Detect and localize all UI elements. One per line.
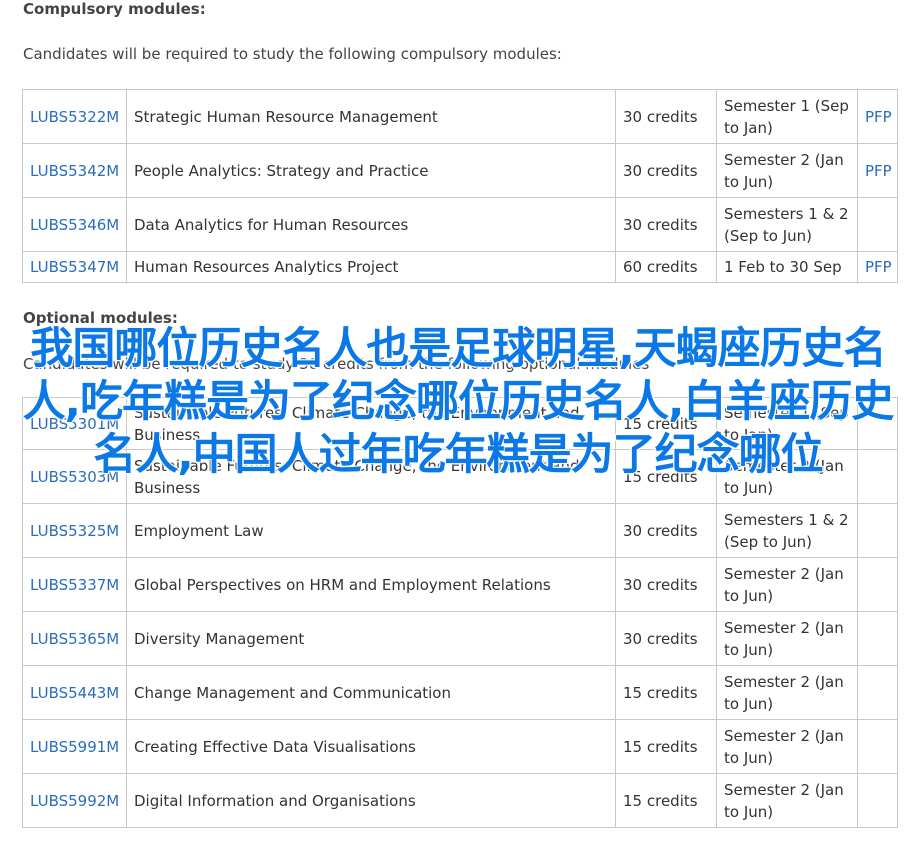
table-row: LUBS5443M Change Management and Communic… (22, 665, 898, 720)
module-code-link[interactable]: LUBS5301M (30, 415, 119, 433)
module-title: Human Resources Analytics Project (126, 251, 616, 283)
module-credits: 30 credits (615, 503, 717, 558)
module-semester: Semester 2 (Jan to Jun) (716, 719, 858, 774)
pfp-link[interactable]: PFP (865, 162, 892, 180)
module-code-link[interactable]: LUBS5337M (30, 576, 119, 594)
module-code-link[interactable]: LUBS5325M (30, 522, 119, 540)
module-semester: Semester 2 (Jan to Jun) (716, 557, 858, 612)
pfp-cell (857, 719, 898, 774)
table-row: LUBS5991M Creating Effective Data Visual… (22, 719, 898, 774)
module-code-link[interactable]: LUBS5346M (30, 216, 119, 234)
module-code-cell: LUBS5347M (22, 251, 127, 283)
module-code-cell: LUBS5991M (22, 719, 127, 774)
pfp-cell (857, 665, 898, 720)
module-title: Sustainable Futures: Climate Change, the… (126, 397, 616, 450)
optional-heading: Optional modules: (23, 309, 178, 327)
table-row: LUBS5992M Digital Information and Organi… (22, 773, 898, 828)
module-credits: 30 credits (615, 89, 717, 144)
module-semester: Semester 2 (Jan to Jun) (716, 773, 858, 828)
pfp-cell: PFP (857, 251, 898, 283)
module-credits: 30 credits (615, 611, 717, 666)
pfp-cell: PFP (857, 89, 898, 144)
optional-intro: Candidates will be required to study 30 … (23, 355, 650, 373)
module-credits: 60 credits (615, 251, 717, 283)
module-code-link[interactable]: LUBS5303M (30, 468, 119, 486)
pfp-cell (857, 611, 898, 666)
module-credits: 30 credits (615, 197, 717, 252)
module-title: Employment Law (126, 503, 616, 558)
module-code-link[interactable]: LUBS5365M (30, 630, 119, 648)
module-title: Global Perspectives on HRM and Employmen… (126, 557, 616, 612)
pfp-cell (857, 557, 898, 612)
module-title: Data Analytics for Human Resources (126, 197, 616, 252)
module-credits: 30 credits (615, 143, 717, 198)
module-code-cell: LUBS5325M (22, 503, 127, 558)
module-code-link[interactable]: LUBS5322M (30, 108, 119, 126)
module-title: Creating Effective Data Visualisations (126, 719, 616, 774)
module-semester: Semester 2 (Jan to Jun) (716, 611, 858, 666)
module-semester: Semester 2 (Jan to Jun) (716, 449, 858, 504)
module-credits: 30 credits (615, 557, 717, 612)
table-row: LUBS5342M People Analytics: Strategy and… (22, 143, 898, 198)
pfp-cell (857, 397, 898, 450)
module-code-link[interactable]: LUBS5347M (30, 258, 119, 276)
module-semester: Semester 2 (Jan to Jun) (716, 143, 858, 198)
table-row: LUBS5337M Global Perspectives on HRM and… (22, 557, 898, 612)
module-credits: 15 credits (615, 397, 717, 450)
module-title: Change Management and Communication (126, 665, 616, 720)
module-credits: 15 credits (615, 719, 717, 774)
module-code-cell: LUBS5992M (22, 773, 127, 828)
compulsory-heading: Compulsory modules: (23, 0, 206, 18)
module-title: People Analytics: Strategy and Practice (126, 143, 616, 198)
module-title: Digital Information and Organisations (126, 773, 616, 828)
table-row: LUBS5301M Sustainable Futures: Climate C… (22, 397, 898, 450)
module-semester: Semester 1 (Sep to Jan) (716, 89, 858, 144)
module-semester: Semesters 1 & 2 (Sep to Jun) (716, 503, 858, 558)
module-code-cell: LUBS5443M (22, 665, 127, 720)
optional-modules-table: LUBS5301M Sustainable Futures: Climate C… (22, 397, 898, 828)
module-title: Strategic Human Resource Management (126, 89, 616, 144)
pfp-link[interactable]: PFP (865, 258, 892, 276)
module-semester: Semester 1 (Sep to Jan) (716, 397, 858, 450)
module-code-cell: LUBS5303M (22, 449, 127, 504)
table-row: LUBS5365M Diversity Management 30 credit… (22, 611, 898, 666)
module-code-link[interactable]: LUBS5992M (30, 792, 119, 810)
pfp-cell (857, 503, 898, 558)
module-code-cell: LUBS5337M (22, 557, 127, 612)
module-code-link[interactable]: LUBS5443M (30, 684, 119, 702)
module-code-cell: LUBS5346M (22, 197, 127, 252)
table-row: LUBS5347M Human Resources Analytics Proj… (22, 251, 898, 283)
pfp-cell (857, 197, 898, 252)
compulsory-modules-table: LUBS5322M Strategic Human Resource Manag… (22, 89, 898, 283)
table-row: LUBS5322M Strategic Human Resource Manag… (22, 89, 898, 144)
pfp-cell (857, 773, 898, 828)
module-code-cell: LUBS5342M (22, 143, 127, 198)
compulsory-intro: Candidates will be required to study the… (23, 45, 562, 63)
module-title: Sustainable Futures: Climate Change, the… (126, 449, 616, 504)
module-code-cell: LUBS5301M (22, 397, 127, 450)
table-row: LUBS5325M Employment Law 30 credits Seme… (22, 503, 898, 558)
pfp-cell (857, 449, 898, 504)
module-code-cell: LUBS5322M (22, 89, 127, 144)
module-credits: 15 credits (615, 449, 717, 504)
module-code-cell: LUBS5365M (22, 611, 127, 666)
module-semester: Semester 2 (Jan to Jun) (716, 665, 858, 720)
pfp-cell: PFP (857, 143, 898, 198)
module-code-link[interactable]: LUBS5342M (30, 162, 119, 180)
pfp-link[interactable]: PFP (865, 108, 892, 126)
table-row: LUBS5346M Data Analytics for Human Resou… (22, 197, 898, 252)
module-title: Diversity Management (126, 611, 616, 666)
module-semester: 1 Feb to 30 Sep (716, 251, 858, 283)
table-row: LUBS5303M Sustainable Futures: Climate C… (22, 449, 898, 504)
module-semester: Semesters 1 & 2 (Sep to Jun) (716, 197, 858, 252)
module-credits: 15 credits (615, 773, 717, 828)
module-code-link[interactable]: LUBS5991M (30, 738, 119, 756)
module-credits: 15 credits (615, 665, 717, 720)
